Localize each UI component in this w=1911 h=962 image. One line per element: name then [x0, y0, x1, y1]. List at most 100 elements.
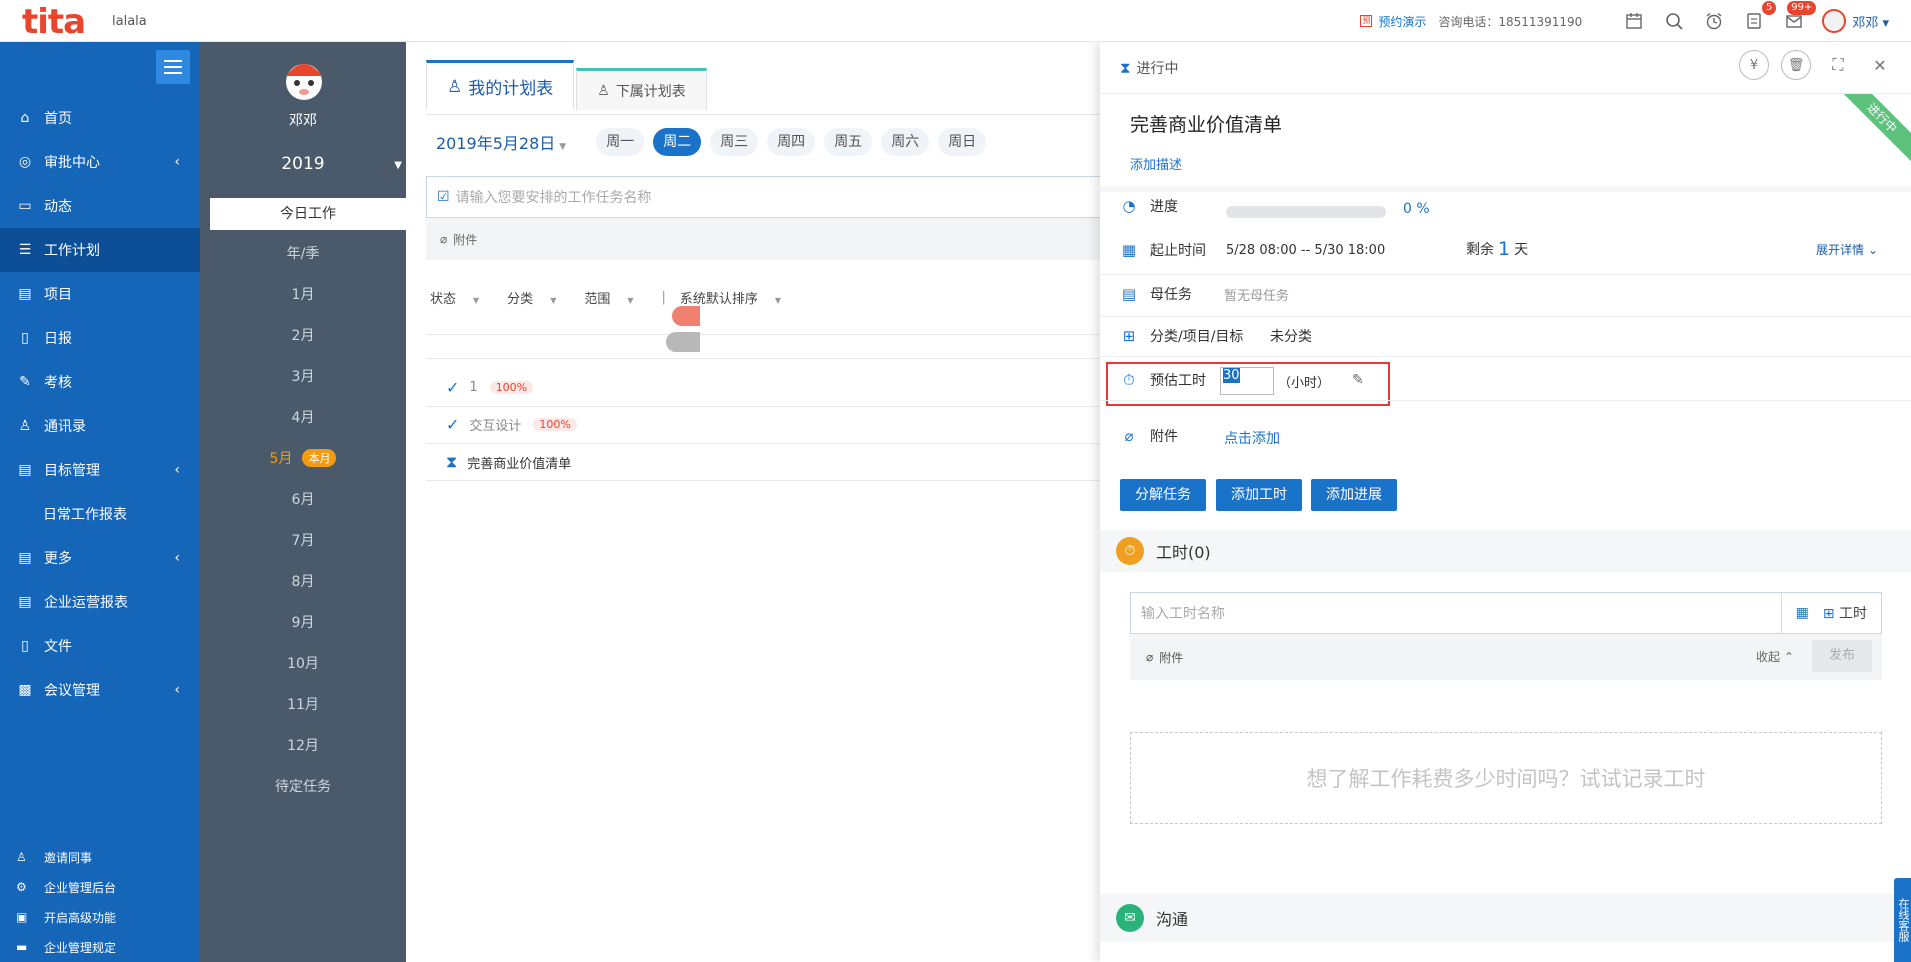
coin-icon[interactable]: ¥	[1739, 50, 1769, 80]
publish-button[interactable]: 发布	[1812, 640, 1872, 672]
month-item[interactable]: 9月	[200, 601, 406, 642]
category-value[interactable]: 未分类	[1270, 326, 1312, 346]
month-item[interactable]: 1月	[200, 273, 406, 314]
year-selector[interactable]: 2019	[200, 154, 406, 174]
message-icon[interactable]: 99+	[1782, 1, 1817, 33]
month-item[interactable]: 2月	[200, 314, 406, 355]
task-row[interactable]: ✓ 交互设计 100%	[446, 415, 577, 434]
fullscreen-icon[interactable]: ⛶	[1823, 50, 1853, 80]
online-support-tab[interactable]: 在线客服	[1894, 878, 1911, 962]
estimate-hours-input[interactable]: 30	[1220, 367, 1274, 395]
nav-item-meetings[interactable]: ▩ 会议管理 ‹	[0, 668, 200, 712]
nav-item-approval[interactable]: ◎ 审批中心 ‹	[0, 140, 200, 184]
trash-icon[interactable]: 🗑	[1781, 50, 1811, 80]
month-item[interactable]: 10月	[200, 642, 406, 683]
nav-label: 日报	[44, 331, 72, 347]
filter-sort[interactable]: 系统默认排序 ▼	[680, 288, 795, 307]
nav-item-project[interactable]: ▤ 项目	[0, 272, 200, 316]
tab-subordinate-plan[interactable]: ♙ 下属计划表	[576, 68, 707, 110]
day-button[interactable]: 周六	[881, 128, 930, 156]
nav-item-assessment[interactable]: ✎ 考核	[0, 360, 200, 404]
day-button[interactable]: 周一	[596, 128, 645, 156]
day-button[interactable]: 周五	[824, 128, 873, 156]
task-row[interactable]: ✓ 1 100%	[446, 378, 534, 397]
month-item-current[interactable]: 5月 本月	[200, 437, 406, 478]
pencil-icon[interactable]: ✎	[1352, 372, 1364, 388]
menu-toggle-button[interactable]	[156, 50, 190, 84]
nav-item-contacts[interactable]: ♙ 通讯录	[0, 404, 200, 448]
day-button[interactable]: 周三	[710, 128, 759, 156]
add-progress-button[interactable]: 添加进展	[1311, 479, 1397, 511]
time-value[interactable]: 5/28 08:00 -- 5/30 18:00	[1226, 243, 1385, 258]
month-item[interactable]: 12月	[200, 724, 406, 765]
task-status[interactable]: 进行中	[1137, 58, 1179, 78]
wh-attach-label[interactable]: 附件	[1159, 649, 1183, 666]
close-icon[interactable]: ✕	[1865, 50, 1895, 80]
add-description-link[interactable]: 添加描述	[1130, 154, 1182, 173]
pending-tasks-item[interactable]: 待定任务	[200, 765, 406, 806]
paperclip-icon[interactable]: ⌀	[440, 232, 447, 246]
date-picker[interactable]: 2019年5月28日 ▼	[436, 130, 566, 154]
workhours-name-input[interactable]: 输入工时名称 ▦ ⊞ 工时	[1130, 592, 1882, 634]
month-item[interactable]: 6月	[200, 478, 406, 519]
company-rules-link[interactable]: ▬ 企业管理规定	[0, 932, 200, 962]
calendar-icon[interactable]: ▦	[1796, 605, 1809, 621]
invite-colleague-link[interactable]: ♙ 邀请同事	[0, 842, 200, 872]
period-item[interactable]: 年/季	[200, 232, 406, 273]
collapse-button[interactable]: 收起 ⌃	[1756, 648, 1794, 665]
nav-item-daily-report[interactable]: ▯ 日报	[0, 316, 200, 360]
caret-down-icon[interactable]: ▼	[394, 160, 402, 171]
expand-details-link[interactable]: 展开详情 ⌄	[1816, 241, 1878, 258]
chevron-left-icon: ‹	[174, 462, 180, 478]
split-task-button[interactable]: 分解任务	[1120, 479, 1206, 511]
nav-label: 文件	[44, 639, 72, 655]
calendar-icon[interactable]	[1622, 9, 1646, 33]
message-badge: 99+	[1787, 1, 1817, 15]
filter-scope[interactable]: 范围 ▼	[584, 288, 647, 307]
nav-item-goals[interactable]: ▤ 目标管理 ‹	[0, 448, 200, 492]
nav-item-more[interactable]: ▤ 更多 ‹	[0, 536, 200, 580]
task-name-input[interactable]: ☑ 请输入您要安排的工作任务名称	[426, 176, 1106, 218]
check-icon[interactable]: ✓	[446, 378, 459, 397]
user-avatar[interactable]	[1822, 9, 1847, 33]
filter-category[interactable]: 分类 ▼	[507, 288, 570, 307]
nav-item-home[interactable]: ⌂ 首页	[0, 96, 200, 140]
add-workhours-inline[interactable]: ⊞ 工时	[1823, 603, 1867, 623]
nav-item-work-plan[interactable]: ☰ 工作计划	[0, 228, 200, 272]
nav-item-files[interactable]: ▯ 文件	[0, 624, 200, 668]
month-item[interactable]: 3月	[200, 355, 406, 396]
alarm-clock-icon[interactable]	[1702, 9, 1726, 33]
month-item[interactable]: 7月	[200, 519, 406, 560]
attach-label[interactable]: 附件	[453, 231, 477, 248]
day-button[interactable]: 周四	[767, 128, 816, 156]
today-work-button[interactable]: 今日工作	[210, 198, 406, 230]
task-title[interactable]: 完善商业价值清单	[1130, 110, 1282, 137]
task-notification-icon[interactable]: 5	[1742, 1, 1777, 33]
month-item[interactable]: 11月	[200, 683, 406, 724]
advanced-features-link[interactable]: ▣ 开启高级功能	[0, 902, 200, 932]
add-workhours-button[interactable]: 添加工时	[1216, 479, 1302, 511]
day-button-selected[interactable]: 周二	[653, 128, 702, 156]
month-item[interactable]: 8月	[200, 560, 406, 601]
divider	[426, 480, 1106, 481]
nav-item-daily-work-report[interactable]: 日常工作报表	[0, 492, 200, 536]
admin-backend-link[interactable]: ⚙ 企业管理后台	[0, 872, 200, 902]
parent-task-value[interactable]: 暂无母任务	[1224, 285, 1289, 304]
month-item[interactable]: 4月	[200, 396, 406, 437]
check-icon[interactable]: ✓	[446, 415, 459, 434]
task-row-selected[interactable]: ⧗ 完善商业价值清单	[446, 452, 571, 472]
add-attachment-link[interactable]: 点击添加	[1224, 428, 1280, 448]
nav-item-operations-report[interactable]: ▤ 企业运营报表	[0, 580, 200, 624]
paperclip-icon[interactable]: ⌀	[1146, 650, 1153, 664]
book-demo-link[interactable]: 预 预约演示	[1360, 13, 1426, 30]
filter-status[interactable]: 状态 ▼	[430, 288, 493, 307]
nav-item-activity[interactable]: ▭ 动态	[0, 184, 200, 228]
user-menu[interactable]: 邓邓 ▾	[1852, 12, 1889, 31]
search-icon[interactable]	[1662, 9, 1686, 33]
remain-number: 1	[1498, 238, 1511, 260]
day-button[interactable]: 周日	[938, 128, 987, 156]
progress-bar[interactable]	[1226, 206, 1386, 218]
filter-divider: |	[661, 290, 666, 305]
app-logo[interactable]: tita	[22, 2, 86, 42]
tab-my-plan[interactable]: ♙ 我的计划表	[426, 60, 575, 110]
